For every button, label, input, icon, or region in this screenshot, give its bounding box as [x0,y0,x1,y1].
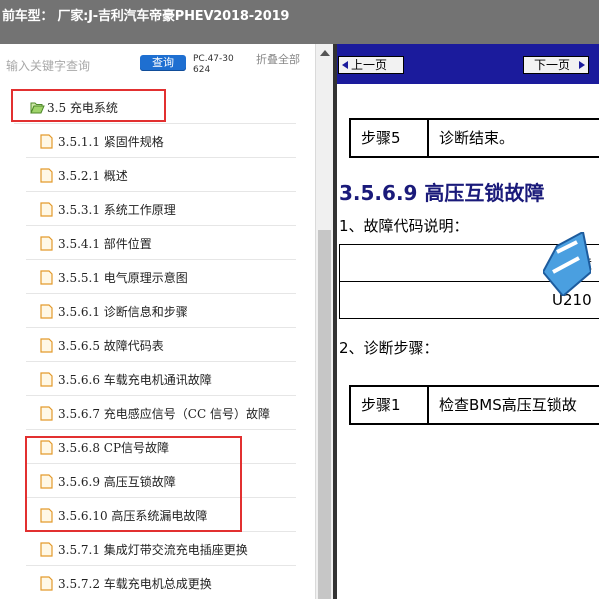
navigation-pane: 输入关键字查询 查询 PC.47-30624 折叠全部 3.5 充电系统 3.5… [0,44,315,599]
document-icon [40,474,53,489]
tree-item-label: 3.5.7.2 车载充电机总成更换 [58,577,212,591]
tree-item-label: 3.5.2.1 概述 [58,169,128,183]
search-bar: 输入关键字查询 查询 PC.47-30624 折叠全部 [0,44,315,90]
document-icon [40,338,53,353]
folder-open-icon [30,102,45,114]
next-page-label: 下一页 [534,58,571,72]
tree-item-charge-port-replacement[interactable]: 3.5.7.1 集成灯带交流充电插座更换 [26,532,296,566]
step5-text: 诊断结束。 [439,129,515,147]
collapse-all-button[interactable]: 折叠全部 [256,54,300,66]
tree-scrollbar[interactable] [315,44,334,599]
tree-item-cp-signal-fault[interactable]: 3.5.6.8 CP信号故障 [26,430,296,464]
tree-item-cc-signal-fault[interactable]: 3.5.6.7 充电感应信号（CC 信号）故障 [26,396,296,430]
next-page-button[interactable]: 下一页 [523,56,589,74]
tree-item-label: 3.5 充电系统 [47,101,118,115]
right-arrow-icon [579,61,585,69]
document-icon [40,202,53,217]
tree-item-overview[interactable]: 3.5.2.1 概述 [26,158,296,192]
diagnosis-heading: 2、诊断步骤： [339,339,439,357]
tree-item-label: 3.5.7.1 集成灯带交流充电插座更换 [58,543,248,557]
tree-item-obc-comm-fault[interactable]: 3.5.6.6 车载充电机通讯故障 [26,362,296,396]
document-code: PC.47-30624 [193,54,234,75]
dtc-heading: 1、故障代码说明： [339,217,469,235]
step5-text-cell: 诊断结束。 [427,118,599,158]
step1-label: 步骤1 [361,396,401,414]
scroll-up-arrow-icon[interactable] [320,50,330,56]
document-icon [40,372,53,387]
search-button[interactable]: 查询 [140,55,186,71]
tree-item-diagnostic-info[interactable]: 3.5.6.1 诊断信息和步骤 [26,294,296,328]
document-icon [40,134,53,149]
section-title: 3.5.6.9 高压互锁故障 [339,181,545,205]
window-title: 前车型： 厂家:J-吉利汽车帝豪PHEV2018-2019 [2,9,290,24]
tree-item-label: 3.5.4.1 部件位置 [58,237,152,251]
tree-item-system-principle[interactable]: 3.5.3.1 系统工作原理 [26,192,296,226]
tree-item-label: 3.5.6.8 CP信号故障 [58,441,170,455]
document-icon [40,576,53,591]
tree-item-component-location[interactable]: 3.5.4.1 部件位置 [26,226,296,260]
tree-item-label: 3.5.6.10 高压系统漏电故障 [58,509,208,523]
search-input[interactable]: 输入关键字查询 [6,57,126,75]
step1-text-cell: 检查BMS高压互锁故 [427,385,599,425]
document-icon [40,304,53,319]
tree-item-fastener-specs[interactable]: 3.5.1.1 紧固件规格 [26,124,296,158]
step5-label-cell: 步骤5 [349,118,429,158]
step5-label: 步骤5 [361,129,401,147]
tree-item-label: 3.5.6.9 高压互锁故障 [58,475,176,489]
document-icon [40,406,53,421]
tree-item-label: 3.5.6.7 充电感应信号（CC 信号）故障 [58,407,270,421]
tree-item-label: 3.5.3.1 系统工作原理 [58,203,176,217]
document-icon [40,168,53,183]
previous-page-label: 上一页 [351,58,388,72]
document-icon [40,508,53,523]
tree-item-dtc-table[interactable]: 3.5.6.5 故障代码表 [26,328,296,362]
step1-label-cell: 步骤1 [349,385,429,425]
tree-item-label: 3.5.6.1 诊断信息和步骤 [58,305,188,319]
page-nav-bar: 上一页 下一页 [337,44,599,84]
tree-item-obc-replacement[interactable]: 3.5.7.2 车载充电机总成更换 [26,566,296,599]
step1-text: 检查BMS高压互锁故 [439,396,577,414]
document-icon [40,440,53,455]
watermark-logo-icon [543,232,591,296]
document-icon [40,542,53,557]
tree-item-electrical-schematic[interactable]: 3.5.5.1 电气原理示意图 [26,260,296,294]
tree-item-label: 3.5.1.1 紧固件规格 [58,135,164,149]
tree-item-label: 3.5.5.1 电气原理示意图 [58,271,188,285]
document-icon [40,270,53,285]
previous-page-button[interactable]: 上一页 [338,56,404,74]
title-bar: 前车型： 厂家:J-吉利汽车帝豪PHEV2018-2019 [0,0,599,44]
tree-item-hv-interlock-fault[interactable]: 3.5.6.9 高压互锁故障 [26,464,296,498]
tree-item-label: 3.5.6.5 故障代码表 [58,339,164,353]
document-viewer: 上一页 下一页 步骤5 诊断结束。 3.5.6.9 高压互锁故障 1、故障代码说… [337,44,599,599]
tree-folder-charging-system[interactable]: 3.5 充电系统 [14,90,296,124]
tree-item-hv-leakage-fault[interactable]: 3.5.6.10 高压系统漏电故障 [26,498,296,532]
scrollbar-thumb[interactable] [318,230,331,599]
left-arrow-icon [342,61,348,69]
document-icon [40,236,53,251]
tree-item-label: 3.5.6.6 车载充电机通讯故障 [58,373,212,387]
